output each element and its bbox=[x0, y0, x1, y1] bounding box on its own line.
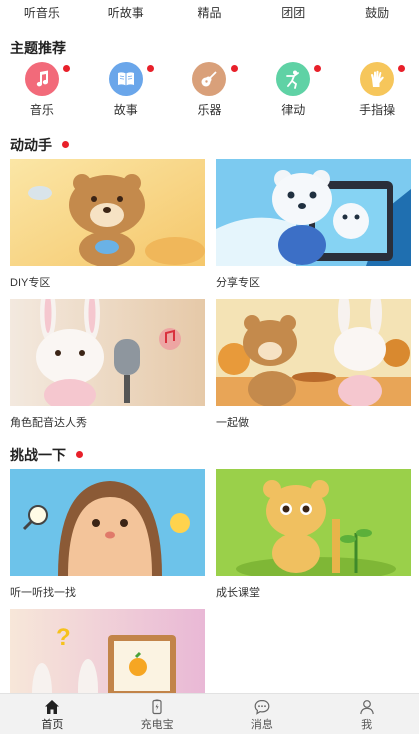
user-icon bbox=[359, 700, 374, 715]
card-listen-find[interactable]: 听一听找一找 bbox=[10, 469, 205, 600]
card-image-bear-rabbit-autumn bbox=[216, 299, 411, 406]
challenge-section-title-text: 挑战一下 bbox=[10, 447, 66, 463]
card-label: 成长课堂 bbox=[216, 587, 260, 599]
card-do-together[interactable]: 一起做 bbox=[216, 299, 411, 430]
nav-label: 首页 bbox=[41, 719, 64, 731]
card-image-hedgehog bbox=[10, 469, 205, 576]
new-dot bbox=[62, 141, 69, 148]
top-tab-bar: 听音乐 听故事 精品 团团 鼓励 bbox=[0, 0, 419, 26]
card-image-bear-ruler bbox=[216, 469, 411, 576]
theme-new-dot bbox=[398, 65, 406, 72]
home-icon bbox=[45, 700, 60, 714]
theme-section-title: 主题推荐 bbox=[10, 38, 66, 58]
nav-me[interactable]: 我 bbox=[314, 694, 419, 734]
theme-new-dot bbox=[314, 65, 322, 72]
tab-stories[interactable]: 听故事 bbox=[84, 0, 168, 26]
theme-label: 音乐 bbox=[29, 103, 54, 117]
card-label: 一起做 bbox=[216, 417, 249, 429]
tab-tuantuan[interactable]: 团团 bbox=[251, 0, 335, 26]
card-share[interactable]: 分享专区 bbox=[216, 159, 411, 290]
guitar-icon bbox=[192, 62, 227, 96]
power-bank-icon bbox=[152, 699, 162, 715]
theme-item-rhythm[interactable]: 律动 bbox=[251, 60, 335, 120]
nav-power-bank[interactable]: 充电宝 bbox=[105, 694, 210, 734]
nav-label: 充电宝 bbox=[140, 719, 174, 731]
card-label: DIY专区 bbox=[10, 277, 51, 289]
tab-music[interactable]: 听音乐 bbox=[0, 0, 84, 26]
card-label: 听一听找一找 bbox=[10, 587, 76, 599]
tab-premium[interactable]: 精品 bbox=[168, 0, 252, 26]
theme-label: 乐器 bbox=[197, 103, 222, 117]
nav-messages[interactable]: 消息 bbox=[210, 694, 315, 734]
theme-section-title-text: 主题推荐 bbox=[10, 40, 66, 56]
message-icon bbox=[254, 699, 270, 715]
nav-home[interactable]: 首页 bbox=[0, 694, 105, 734]
theme-new-dot bbox=[146, 65, 154, 72]
tab-encourage[interactable]: 鼓励 bbox=[335, 0, 419, 26]
card-image-polar-bears-tablet bbox=[216, 159, 411, 266]
bottom-nav: 首页 充电宝 消息 我 bbox=[0, 693, 419, 734]
theme-list: 音乐 故事 乐器 律动 手指操 bbox=[0, 60, 419, 120]
theme-new-dot bbox=[63, 65, 70, 72]
music-note-icon bbox=[24, 62, 59, 96]
theme-item-stories[interactable]: 故事 bbox=[84, 60, 168, 120]
svg-text:?: ? bbox=[56, 624, 71, 651]
theme-item-finger-exercise[interactable]: 手指操 bbox=[335, 60, 419, 120]
challenge-section-title: 挑战一下 bbox=[10, 445, 83, 465]
card-image-rabbit-microphone bbox=[10, 299, 205, 406]
theme-label: 故事 bbox=[113, 103, 138, 117]
card-image-rabbit-easel: ? bbox=[10, 609, 205, 693]
card-diy[interactable]: DIY专区 bbox=[10, 159, 205, 290]
nav-label: 我 bbox=[361, 719, 373, 731]
theme-new-dot bbox=[230, 65, 238, 72]
card-challenge-third[interactable]: ? bbox=[10, 609, 205, 693]
dancer-icon bbox=[276, 62, 311, 96]
book-icon bbox=[108, 62, 143, 96]
card-image-bear-crafting bbox=[10, 159, 205, 266]
card-label: 分享专区 bbox=[216, 277, 260, 289]
card-label: 角色配音达人秀 bbox=[10, 417, 87, 429]
theme-label: 手指操 bbox=[359, 103, 396, 117]
card-growth-class[interactable]: 成长课堂 bbox=[216, 469, 411, 600]
hand-icon bbox=[360, 62, 395, 96]
card-voice-acting[interactable]: 角色配音达人秀 bbox=[10, 299, 205, 430]
theme-label: 律动 bbox=[281, 103, 306, 117]
theme-item-instruments[interactable]: 乐器 bbox=[168, 60, 252, 120]
hands-on-section-title: 动动手 bbox=[10, 135, 69, 155]
nav-label: 消息 bbox=[250, 719, 273, 731]
new-dot bbox=[76, 451, 83, 458]
hands-on-section-title-text: 动动手 bbox=[10, 137, 52, 153]
theme-item-music[interactable]: 音乐 bbox=[0, 60, 84, 120]
